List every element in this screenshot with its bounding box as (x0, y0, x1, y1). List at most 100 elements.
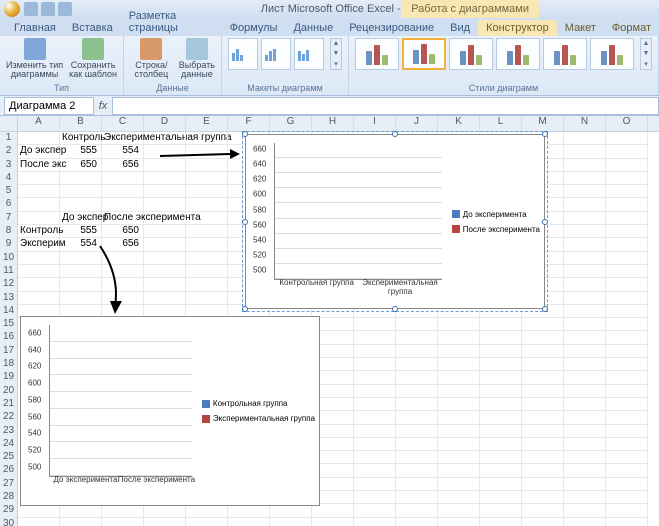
cell-A5[interactable] (18, 185, 60, 198)
cell-D8[interactable] (144, 225, 186, 238)
cell-E30[interactable] (186, 518, 228, 526)
cell-M19[interactable] (522, 371, 564, 384)
col-E[interactable]: E (186, 116, 228, 131)
cell-B6[interactable] (60, 198, 102, 211)
col-H[interactable]: H (312, 116, 354, 131)
cell-B13[interactable] (60, 292, 102, 305)
row-header[interactable]: 2 (0, 145, 18, 158)
cell-B2[interactable]: 555 (60, 145, 102, 158)
cell-A12[interactable] (18, 278, 60, 291)
cell-B3[interactable]: 650 (60, 159, 102, 172)
cell-N8[interactable] (564, 225, 606, 238)
cell-O15[interactable] (606, 318, 648, 331)
cell-O29[interactable] (606, 504, 648, 517)
cell-D4[interactable] (144, 172, 186, 185)
cell-L30[interactable] (480, 518, 522, 526)
col-J[interactable]: J (396, 116, 438, 131)
cell-C7[interactable]: После эксперимента (102, 212, 144, 225)
cell-C11[interactable] (102, 265, 144, 278)
cell-C5[interactable] (102, 185, 144, 198)
cell-N28[interactable] (564, 491, 606, 504)
cell-D29[interactable] (144, 504, 186, 517)
cell-N10[interactable] (564, 252, 606, 265)
cell-M27[interactable] (522, 478, 564, 491)
cell-I24[interactable] (354, 438, 396, 451)
cell-L25[interactable] (480, 451, 522, 464)
cell-I23[interactable] (354, 425, 396, 438)
cell-J16[interactable] (396, 331, 438, 344)
cell-O26[interactable] (606, 464, 648, 477)
cell-M18[interactable] (522, 358, 564, 371)
row-header[interactable]: 30 (0, 518, 18, 526)
cell-K15[interactable] (438, 318, 480, 331)
cell-E11[interactable] (186, 265, 228, 278)
cell-O8[interactable] (606, 225, 648, 238)
row-header[interactable]: 10 (0, 252, 18, 265)
cell-C10[interactable] (102, 252, 144, 265)
cell-L17[interactable] (480, 345, 522, 358)
cell-N19[interactable] (564, 371, 606, 384)
row-header[interactable]: 12 (0, 278, 18, 291)
cell-K29[interactable] (438, 504, 480, 517)
cell-M15[interactable] (522, 318, 564, 331)
cell-B29[interactable] (60, 504, 102, 517)
cell-O22[interactable] (606, 411, 648, 424)
cell-L18[interactable] (480, 358, 522, 371)
cell-C30[interactable] (102, 518, 144, 526)
cell-N4[interactable] (564, 172, 606, 185)
row-header[interactable]: 8 (0, 225, 18, 238)
cell-M25[interactable] (522, 451, 564, 464)
cell-L22[interactable] (480, 411, 522, 424)
cell-M20[interactable] (522, 385, 564, 398)
cell-N23[interactable] (564, 425, 606, 438)
cell-N2[interactable] (564, 145, 606, 158)
row-header[interactable]: 14 (0, 305, 18, 318)
row-header[interactable]: 6 (0, 198, 18, 211)
col-B[interactable]: B (60, 116, 102, 131)
cell-A2[interactable]: До экспер (18, 145, 60, 158)
cell-A4[interactable] (18, 172, 60, 185)
cell-O10[interactable] (606, 252, 648, 265)
cell-B30[interactable] (60, 518, 102, 526)
cell-B11[interactable] (60, 265, 102, 278)
cell-N7[interactable] (564, 212, 606, 225)
cell-D1[interactable] (144, 132, 186, 145)
row-header[interactable]: 15 (0, 318, 18, 331)
chart-object-1[interactable]: 500520540560580600620640660Контрольная г… (245, 134, 545, 309)
row-header[interactable]: 23 (0, 425, 18, 438)
row-header[interactable]: 27 (0, 478, 18, 491)
row-header[interactable]: 29 (0, 504, 18, 517)
cell-O6[interactable] (606, 198, 648, 211)
cell-K22[interactable] (438, 411, 480, 424)
cell-E5[interactable] (186, 185, 228, 198)
cell-L21[interactable] (480, 398, 522, 411)
cell-K19[interactable] (438, 371, 480, 384)
cell-O17[interactable] (606, 345, 648, 358)
cell-N13[interactable] (564, 292, 606, 305)
cell-E29[interactable] (186, 504, 228, 517)
cell-L26[interactable] (480, 464, 522, 477)
cell-N9[interactable] (564, 238, 606, 251)
cell-F29[interactable] (228, 504, 270, 517)
cell-J30[interactable] (396, 518, 438, 526)
cell-M21[interactable] (522, 398, 564, 411)
select-data-button[interactable]: Выбрать данные (179, 38, 215, 80)
cell-C13[interactable] (102, 292, 144, 305)
cell-O12[interactable] (606, 278, 648, 291)
cell-E12[interactable] (186, 278, 228, 291)
cell-L16[interactable] (480, 331, 522, 344)
cell-C2[interactable]: 554 (102, 145, 144, 158)
cell-A6[interactable] (18, 198, 60, 211)
cell-M29[interactable] (522, 504, 564, 517)
cell-D13[interactable] (144, 292, 186, 305)
cell-M16[interactable] (522, 331, 564, 344)
cell-B5[interactable] (60, 185, 102, 198)
plot-area[interactable]: 500520540560580600620640660Контрольная г… (250, 139, 446, 304)
cell-A8[interactable]: Контроль (18, 225, 60, 238)
cell-E7[interactable] (186, 212, 228, 225)
row-header[interactable]: 20 (0, 385, 18, 398)
row-header[interactable]: 5 (0, 185, 18, 198)
cell-M26[interactable] (522, 464, 564, 477)
chart-legend[interactable]: До экспериментаПосле эксперимента (452, 139, 540, 304)
cell-K26[interactable] (438, 464, 480, 477)
